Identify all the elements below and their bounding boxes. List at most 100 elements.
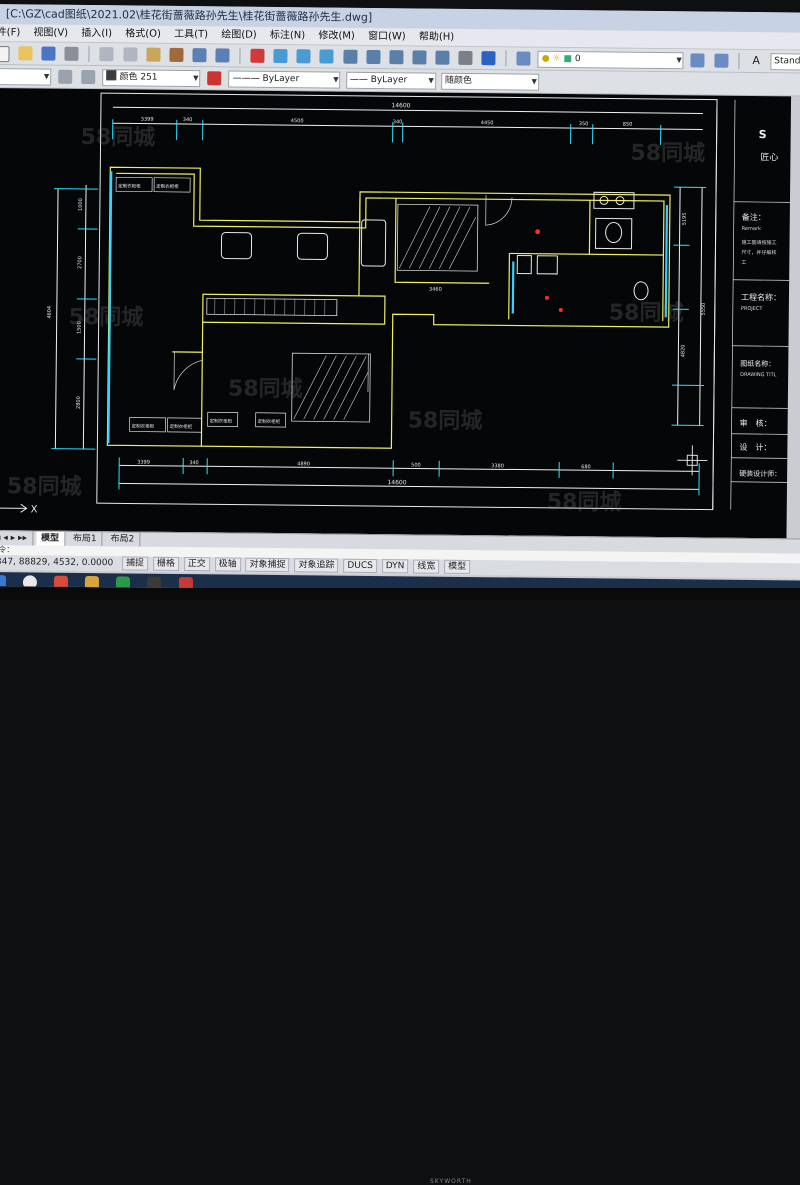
layer-previous-icon[interactable] <box>714 54 728 68</box>
open-file-icon[interactable] <box>19 46 33 60</box>
menu-view[interactable]: 视图(V) <box>28 24 73 41</box>
dim-bottom-4: 500 <box>411 462 421 468</box>
red-marker <box>535 229 540 234</box>
remark-text-1: 施工图请按施工 <box>742 239 777 246</box>
copy-icon[interactable] <box>123 47 137 61</box>
ortho-toggle[interactable]: 正交 <box>184 557 210 571</box>
sheet-set-icon[interactable] <box>412 50 426 64</box>
undo-icon[interactable] <box>192 48 206 62</box>
watermark: 58同城 <box>80 119 155 152</box>
dim-left-1: 1000 <box>78 198 84 211</box>
menu-window[interactable]: 窗口(W) <box>363 28 411 45</box>
osnap-toggle[interactable]: 对象捕捉 <box>246 558 290 572</box>
ucs-x-icon: X <box>31 504 38 515</box>
chevron-down-icon: ▼ <box>428 74 434 89</box>
properties-icon[interactable] <box>343 50 357 64</box>
cabinet-label: 定制衣柜柜 <box>118 182 141 189</box>
settings-icon[interactable] <box>58 70 72 84</box>
menu-file[interactable]: 件(F) <box>0 24 25 41</box>
dim-top-7: 850 <box>623 122 633 128</box>
watermark: 58同城 <box>408 402 483 435</box>
plotstyle-dropdown[interactable]: 随颜色 ▼ <box>441 73 539 91</box>
logo-mark: S <box>759 128 767 141</box>
color-dropdown[interactable]: 颜色 251 ▼ <box>102 69 200 87</box>
match-properties-icon[interactable] <box>169 48 183 62</box>
linetype-value: ByLayer <box>263 74 300 84</box>
new-file-icon[interactable] <box>0 46 10 62</box>
coordinates: 3347, 88829, 4532, 0.0000 <box>0 555 118 571</box>
layer-manager-icon[interactable] <box>517 51 531 65</box>
cabinet-label: 定制衣柜柜 <box>132 422 155 429</box>
polar-toggle[interactable]: 极轴 <box>215 557 241 571</box>
menu-dimension[interactable]: 标注(N) <box>265 27 310 44</box>
color-value: 颜色 251 <box>119 72 157 82</box>
dim-line-top-detail <box>113 123 703 129</box>
layer-state-icon[interactable] <box>81 70 95 84</box>
dim-line-bottom-detail <box>119 465 699 471</box>
designer-label: 硬装设计师： <box>739 469 781 478</box>
monitor-bezel: SKYWORTH <box>0 588 800 600</box>
tool-palettes-icon[interactable] <box>389 50 403 64</box>
pan-icon[interactable] <box>251 49 265 63</box>
lineweight-dropdown[interactable]: —— ByLayer ▼ <box>346 72 436 90</box>
layer-value: 0 <box>575 54 581 64</box>
text-style-icon: A <box>749 54 763 68</box>
dim-top-6: 350 <box>579 121 589 127</box>
check-label: 设 计： <box>739 442 771 452</box>
watermark: 58同城 <box>547 484 622 517</box>
dim-left-total: 4604 <box>47 306 53 319</box>
menu-format[interactable]: 格式(O) <box>120 25 166 42</box>
print-icon[interactable] <box>65 47 79 61</box>
menu-modify[interactable]: 修改(M) <box>313 27 360 44</box>
dyn-toggle[interactable]: DYN <box>382 559 409 573</box>
chevron-down-icon: ▼ <box>44 70 50 85</box>
tab-model[interactable]: 模型 <box>36 531 65 545</box>
laundry-sink <box>517 256 531 274</box>
drawing-canvas[interactable]: 14600 3399 340 4500 340 4450 350 850 460… <box>0 88 791 538</box>
remark-text-3: 工 <box>741 260 746 266</box>
approve-label: 审 核： <box>740 418 772 428</box>
photo-frame: [C:\GZ\cad图纸\2021.02\桂花街蔷薇路孙先生\桂花街蔷薇路孙先生… <box>0 0 800 600</box>
tab-layout2[interactable]: 布局2 <box>105 532 140 546</box>
design-center-icon[interactable] <box>366 50 380 64</box>
bulb-icon: ● <box>542 54 550 64</box>
windows <box>108 171 667 449</box>
toolbar-separator <box>89 46 90 62</box>
line-sample: —— <box>350 75 368 85</box>
cut-icon[interactable] <box>100 47 114 61</box>
dim-bottom-2: 340 <box>189 460 199 466</box>
calculator-icon[interactable] <box>458 51 472 65</box>
redo-icon[interactable] <box>215 48 229 62</box>
save-icon[interactable] <box>42 47 56 61</box>
zoom-realtime-icon[interactable] <box>274 49 288 63</box>
menu-help[interactable]: 帮助(H) <box>414 28 460 45</box>
zoom-window-icon[interactable] <box>297 49 311 63</box>
paste-icon[interactable] <box>146 48 160 62</box>
menu-draw[interactable]: 绘图(D) <box>216 26 262 43</box>
watermark: 58同城 <box>7 468 82 501</box>
chevron-down-icon: ▼ <box>333 73 339 88</box>
markup-icon[interactable] <box>435 51 449 65</box>
menu-tools[interactable]: 工具(T) <box>169 26 213 43</box>
snap-toggle[interactable]: 捕捉 <box>122 556 148 570</box>
grid-toggle[interactable]: 栅格 <box>153 557 179 571</box>
tab-nav-arrows[interactable]: ◂◂ ◂ ▸ ▸▸ <box>0 531 33 545</box>
workspace-dropdown[interactable]: ▼ <box>0 68 51 86</box>
linetype-dropdown[interactable]: ——— ByLayer ▼ <box>229 70 341 88</box>
zoom-previous-icon[interactable] <box>320 49 334 63</box>
dim-bottom-total: 14600 <box>387 479 406 486</box>
text-style-dropdown[interactable]: Standard ▼ <box>770 53 800 71</box>
lineweight-toggle[interactable]: 线宽 <box>413 559 439 573</box>
ducs-toggle[interactable]: DUCS <box>343 559 377 573</box>
menu-insert[interactable]: 插入(I) <box>76 25 117 42</box>
model-toggle[interactable]: 模型 <box>444 560 470 574</box>
tab-layout1[interactable]: 布局1 <box>68 532 103 546</box>
chevron-down-icon: ▼ <box>193 71 199 86</box>
layer-dropdown[interactable]: ● ☼ ■ 0 ▼ <box>538 51 684 70</box>
otrack-toggle[interactable]: 对象追踪 <box>294 558 338 572</box>
help-icon[interactable] <box>481 51 495 65</box>
red-marker <box>545 296 549 300</box>
linetype-icon[interactable] <box>208 71 222 85</box>
make-object-layer-current-icon[interactable] <box>691 53 705 67</box>
remark-label: 备注： <box>742 212 766 222</box>
